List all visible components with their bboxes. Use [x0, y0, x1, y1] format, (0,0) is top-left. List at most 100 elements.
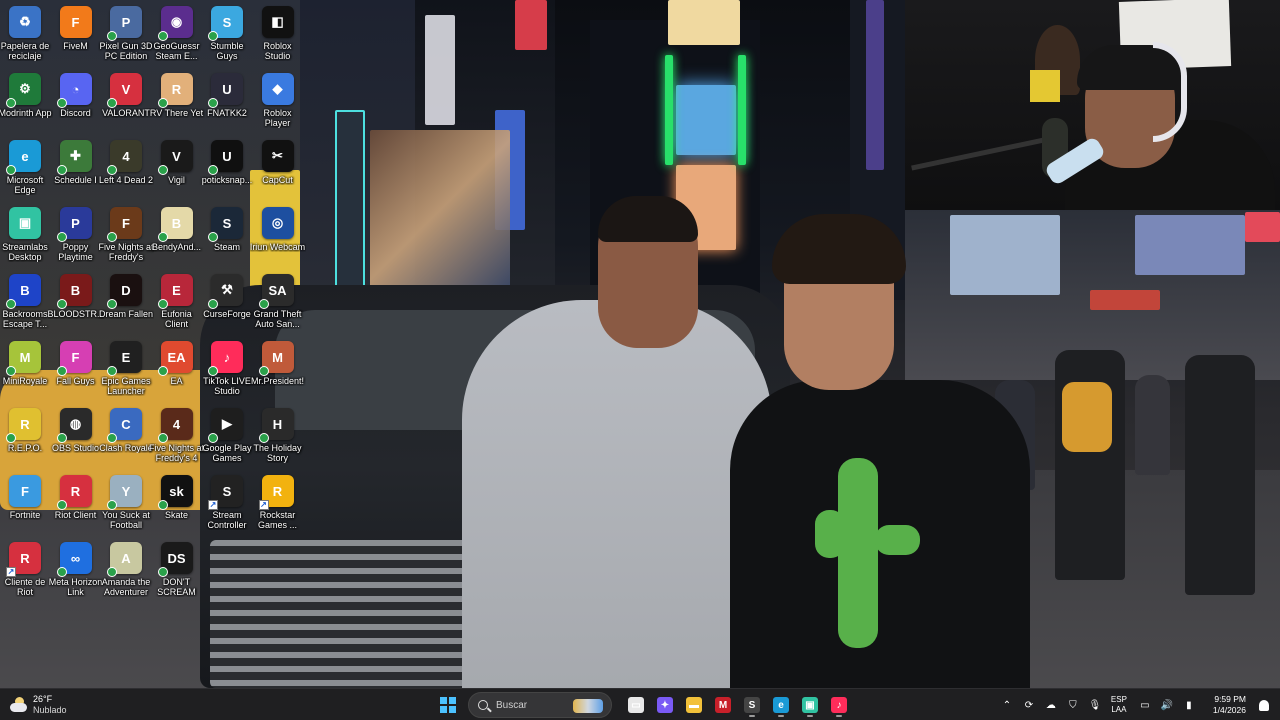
desktop-icon-label: Fall Guys [56, 376, 95, 386]
desktop-icon[interactable]: ◉ GeoGuessr Steam E... [151, 2, 203, 70]
desktop-icon[interactable]: S Stumble Guys [201, 2, 253, 70]
desktop-icon[interactable]: R ↗ Rockstar Games ... [252, 471, 304, 539]
desktop-icon[interactable]: SA Grand Theft Auto San... [252, 270, 304, 338]
desktop-icon[interactable]: M Mr.President! [251, 337, 304, 405]
desktop-icon[interactable]: V Vigil [151, 136, 203, 204]
desktop-icon[interactable]: A Amanda the Adventurer [100, 538, 152, 606]
taskbar-app-task-view[interactable]: ▭ [624, 693, 648, 717]
taskbar-app-tiktok-live-studio[interactable]: ♪ [827, 693, 851, 717]
desktop-icon[interactable]: B BendyAnd... [151, 203, 203, 271]
desktop-icon[interactable]: ◎ Iriun Webcam [250, 203, 305, 271]
poppy-playtime-icon: P [56, 207, 92, 242]
desktop-icon[interactable]: EA EA [151, 337, 203, 405]
start-button[interactable] [434, 692, 462, 718]
desktop-icon[interactable]: R Riot Client [50, 471, 102, 539]
desktop-icon[interactable]: S Steam [201, 203, 253, 271]
onedrive-icon[interactable]: ☁ [1041, 695, 1061, 715]
desktop-icon[interactable]: DS DON'T SCREAM [151, 538, 203, 606]
taskbar-app-mcafee[interactable]: M [711, 693, 735, 717]
desktop-icon[interactable]: ♻ Papelera de reciclaje [0, 2, 51, 70]
desktop-icon[interactable]: H The Holiday Story [252, 404, 304, 472]
fall-guys-icon: F [56, 341, 92, 376]
taskbar-app-stream-controller[interactable]: S [740, 693, 764, 717]
fivem-icon: F [59, 6, 92, 38]
volume-icon[interactable]: 🔊 [1157, 695, 1177, 715]
desktop-icon[interactable]: ⚒ CurseForge [201, 270, 253, 338]
network-icon[interactable]: ▭ [1135, 695, 1155, 715]
taskbar-search-box[interactable]: Buscar [468, 692, 612, 718]
taskbar-app-file-explorer[interactable]: ▬ [682, 693, 706, 717]
bloodstrike-icon: B [56, 274, 92, 309]
desktop-icon[interactable]: F Fall Guys [50, 337, 102, 405]
desktop-icon[interactable]: E Eufonia Client [151, 270, 203, 338]
desktop-icon[interactable]: R RV There Yet [150, 69, 203, 137]
desktop-icon[interactable]: 4 Left 4 Dead 2 [98, 136, 154, 204]
desktop-icon[interactable]: F Five Nights at Freddy's [98, 203, 154, 271]
dont-scream-icon: DS [157, 542, 193, 577]
taskbar-clock[interactable]: 9:59 PM 1/4/2026 [1213, 694, 1246, 716]
desktop-icon[interactable]: V VALORANT [100, 69, 152, 137]
chevron-up-icon[interactable]: ⌃ [997, 695, 1017, 715]
sync-check-icon [157, 98, 168, 108]
desktop-icon-label: MiniRoyale [2, 376, 48, 386]
language-indicator[interactable]: ESP LAA [1111, 695, 1127, 715]
desktop-icon[interactable]: Upoticksnap... [201, 136, 253, 204]
sync-check-icon [6, 98, 16, 108]
desktop-icon-label: Left 4 Dead 2 [98, 175, 154, 185]
desktop-icon[interactable]: B Backrooms Escape T... [0, 270, 51, 338]
pixel-gun-icon: P [107, 6, 142, 41]
desktop-icon-label: Grand Theft Auto San... [253, 309, 302, 329]
desktop-icon[interactable]: ▣ Streamlabs Desktop [0, 203, 51, 271]
battery-icon[interactable]: ▮ [1179, 695, 1199, 715]
sync-icon[interactable]: ⟳ [1019, 695, 1039, 715]
desktop-icon[interactable]: sk Skate [151, 471, 203, 539]
desktop-icon[interactable]: ♪ TikTok LIVE Studio [201, 337, 253, 405]
desktop-icon[interactable]: F FiveM [50, 2, 102, 70]
desktop-icon-label: Roblox Studio [263, 41, 292, 61]
desktop-icon[interactable]: U FNATKK2 [201, 69, 253, 137]
desktop-icon[interactable]: ∞ Meta Horizon Link [49, 538, 102, 606]
shield-icon[interactable]: ⛉ [1063, 695, 1083, 715]
sync-check-icon [107, 299, 117, 309]
clock-date: 1/4/2026 [1212, 705, 1246, 715]
desktop-icon[interactable]: B BLOODSTR... [48, 270, 104, 338]
tiktok-live-icon: ♪ [208, 341, 243, 376]
desktop-icon-label: OBS Studio [51, 443, 100, 453]
desktop-icon-label: Skate [164, 510, 188, 520]
cliente-riot-icon: R ↗ [6, 542, 41, 577]
taskbar-app-edge[interactable]: e [769, 693, 793, 717]
desktop-icon[interactable]: S ↗ Stream Controller [201, 471, 253, 539]
desktop-icon[interactable]: E Epic Games Launcher [100, 337, 152, 405]
desktop-icon[interactable]: M MiniRoyale [0, 337, 51, 405]
taskbar-app-copilot[interactable]: ✦ [653, 693, 677, 717]
wallpaper-neon [665, 55, 673, 165]
icon-glyph: Y [121, 483, 131, 499]
desktop-icon[interactable]: ◔ Discord [50, 69, 102, 137]
desktop-icon[interactable]: e Microsoft Edge [0, 136, 51, 204]
desktop-icon[interactable]: ⚙ Modrinth App [0, 69, 52, 137]
desktop-icon[interactable]: P Pixel Gun 3D PC Edition [99, 2, 153, 70]
desktop-icon[interactable]: D Dream Fallen [99, 270, 153, 338]
desktop-icon[interactable]: ✚ Schedule I [50, 136, 102, 204]
desktop-icon[interactable]: ◧ Roblox Studio [252, 2, 304, 70]
weather-widget[interactable]: 26°F Nublado [8, 692, 98, 718]
icon-glyph: V [121, 81, 131, 97]
icon-glyph: B [20, 282, 30, 298]
desktop-icon[interactable]: 4 Five Nights at Freddy's 4 [149, 404, 204, 472]
desktop-icon[interactable]: ▶ Google Play Games [201, 404, 253, 472]
desktop-icon[interactable]: ✂ CapCut [252, 136, 304, 204]
desktop-icon[interactable]: R R.E.P.O. [0, 404, 51, 472]
running-indicator [749, 715, 755, 717]
microphone-icon[interactable]: 🎙 [1085, 695, 1105, 715]
desktop-icon[interactable]: Y You Suck at Football [100, 471, 152, 539]
wallpaper-billboard [1090, 290, 1160, 310]
desktop-icon[interactable]: F Fortnite [0, 471, 51, 539]
webcam-overlay [905, 0, 1280, 210]
desktop-icon[interactable]: P Poppy Playtime [50, 203, 102, 271]
desktop-icon[interactable]: C Clash Royale [99, 404, 153, 472]
desktop-icon[interactable]: ◆ Roblox Player [252, 69, 304, 137]
desktop-icon[interactable]: ◍ OBS Studio [50, 404, 102, 472]
notification-bell-icon[interactable] [1254, 695, 1274, 715]
desktop-icon[interactable]: R ↗ Cliente de Riot [0, 538, 51, 606]
taskbar-app-streamlabs[interactable]: ▣ [798, 693, 822, 717]
